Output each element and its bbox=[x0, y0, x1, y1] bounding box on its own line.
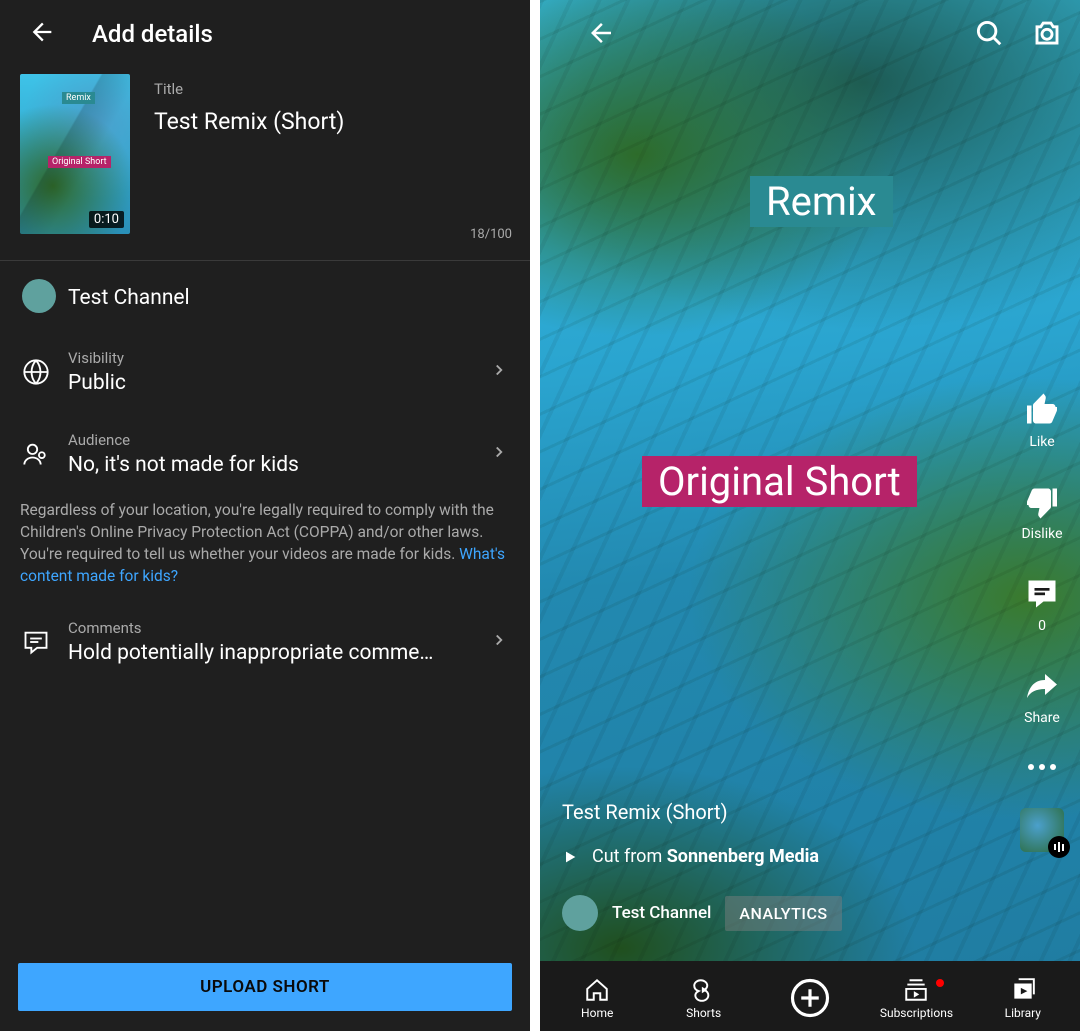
title-value[interactable]: Test Remix (Short) bbox=[154, 108, 512, 135]
top-bar bbox=[540, 18, 1080, 52]
video-title: Test Remix (Short) bbox=[562, 800, 980, 824]
upload-short-button[interactable]: UPLOAD SHORT bbox=[18, 963, 512, 1011]
chevron-right-icon bbox=[490, 443, 508, 465]
chevron-right-icon bbox=[490, 631, 508, 653]
share-label: Share bbox=[1024, 710, 1060, 726]
audience-icon bbox=[22, 440, 68, 468]
more-options-icon[interactable] bbox=[1028, 764, 1056, 770]
thumb-original-chip: Original Short bbox=[48, 156, 111, 168]
dislike-button[interactable]: Dislike bbox=[1021, 484, 1062, 542]
like-label: Like bbox=[1029, 434, 1054, 450]
nav-library-label: Library bbox=[1005, 1006, 1041, 1020]
visibility-value: Public bbox=[68, 371, 448, 395]
audio-icon bbox=[1048, 836, 1070, 858]
nav-shorts[interactable]: Shorts bbox=[650, 977, 756, 1020]
title-label: Title bbox=[154, 80, 512, 98]
comments-count: 0 bbox=[1038, 618, 1046, 634]
share-button[interactable]: Share bbox=[1024, 668, 1060, 726]
dislike-label: Dislike bbox=[1021, 526, 1062, 542]
audience-value: No, it's not made for kids bbox=[68, 453, 448, 477]
cut-from-prefix: Cut from bbox=[592, 846, 667, 867]
header: Add details bbox=[0, 0, 530, 74]
comments-label: Comments bbox=[68, 619, 510, 637]
bottom-nav: Home Shorts Subscriptions Library bbox=[540, 961, 1080, 1031]
thumb-remix-chip: Remix bbox=[62, 92, 95, 104]
audio-pivot-thumbnail[interactable] bbox=[1020, 808, 1064, 852]
audience-label: Audience bbox=[68, 431, 510, 449]
play-icon bbox=[562, 849, 578, 865]
shorts-player-panel: Remix Original Short Like Dislike 0 Shar… bbox=[540, 0, 1080, 1031]
visibility-label: Visibility bbox=[68, 349, 510, 367]
comment-icon bbox=[22, 628, 68, 656]
channel-row[interactable]: Test Channel bbox=[0, 261, 530, 331]
nav-home-label: Home bbox=[581, 1006, 613, 1020]
like-button[interactable]: Like bbox=[1024, 392, 1060, 450]
add-details-panel: Add details Remix Original Short 0:10 Ti… bbox=[0, 0, 530, 1031]
visibility-row[interactable]: Visibility Public bbox=[0, 331, 530, 413]
nav-create[interactable] bbox=[757, 977, 863, 1019]
channel-avatar bbox=[22, 279, 56, 313]
overlay-remix-tag: Remix bbox=[750, 176, 893, 227]
comments-row[interactable]: Comments Hold potentially inappropriate … bbox=[0, 601, 530, 683]
back-arrow-icon[interactable] bbox=[28, 18, 56, 50]
comments-value: Hold potentially inappropriate comme… bbox=[68, 641, 448, 665]
action-rail: Like Dislike 0 Share bbox=[1020, 392, 1064, 852]
cut-from-channel: Sonnenberg Media bbox=[667, 846, 819, 867]
nav-shorts-label: Shorts bbox=[686, 1006, 721, 1020]
panel-gap bbox=[530, 0, 540, 1031]
search-icon[interactable] bbox=[974, 18, 1004, 52]
audience-row[interactable]: Audience No, it's not made for kids bbox=[0, 413, 530, 495]
channel-name: Test Channel bbox=[68, 286, 448, 310]
thumb-duration: 0:10 bbox=[89, 211, 124, 228]
page-title: Add details bbox=[92, 20, 213, 48]
cut-from-row[interactable]: Cut from Sonnenberg Media bbox=[562, 846, 980, 867]
title-char-counter: 18/100 bbox=[470, 227, 512, 242]
chevron-right-icon bbox=[490, 361, 508, 383]
nav-home[interactable]: Home bbox=[544, 977, 650, 1020]
channel-avatar[interactable] bbox=[562, 895, 598, 931]
camera-icon[interactable] bbox=[1032, 18, 1062, 52]
analytics-button[interactable]: ANALYTICS bbox=[725, 896, 841, 931]
back-arrow-icon[interactable] bbox=[586, 18, 616, 52]
legal-body: Regardless of your location, you're lega… bbox=[20, 501, 494, 563]
nav-subs-label: Subscriptions bbox=[880, 1006, 953, 1020]
video-meta: Test Remix (Short) Cut from Sonnenberg M… bbox=[562, 800, 980, 931]
title-section[interactable]: Remix Original Short 0:10 Title Test Rem… bbox=[0, 74, 530, 260]
nav-library[interactable]: Library bbox=[970, 977, 1076, 1020]
legal-text: Regardless of your location, you're lega… bbox=[0, 495, 530, 601]
globe-icon bbox=[22, 358, 68, 386]
comments-button[interactable]: 0 bbox=[1024, 576, 1060, 634]
video-thumbnail[interactable]: Remix Original Short 0:10 bbox=[20, 74, 130, 234]
overlay-original-tag: Original Short bbox=[642, 456, 917, 507]
notification-dot-icon bbox=[936, 979, 944, 987]
nav-subscriptions[interactable]: Subscriptions bbox=[863, 977, 969, 1020]
channel-name[interactable]: Test Channel bbox=[612, 903, 711, 923]
